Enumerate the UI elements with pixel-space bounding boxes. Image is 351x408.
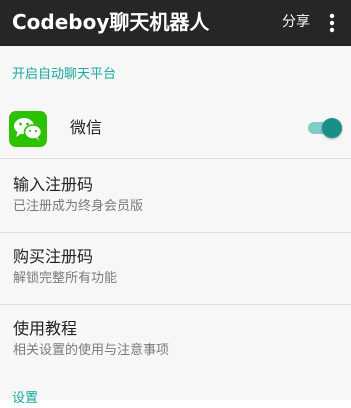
divider [0, 158, 351, 159]
enter-registration-code-item[interactable]: 输入注册码 已注册成为终身会员版 [0, 162, 351, 226]
item-title: 输入注册码 [13, 175, 94, 194]
wechat-icon-glyph [9, 111, 47, 147]
divider [0, 232, 351, 233]
item-summary: 已注册成为终身会员版 [13, 199, 144, 214]
section-header-settings: 设置 [12, 391, 39, 406]
section-header-auto-chat: 开启自动聊天平台 [12, 67, 117, 82]
wechat-icon [9, 111, 47, 147]
wechat-platform-row[interactable]: 微信 [0, 98, 351, 152]
item-title: 使用教程 [13, 319, 78, 338]
more-vert-icon-glyph [329, 13, 335, 33]
buy-registration-code-item[interactable]: 购买注册码 解锁完整所有功能 [0, 234, 351, 298]
item-title: 购买注册码 [13, 247, 94, 266]
more-vert-icon[interactable] [326, 12, 338, 34]
wechat-toggle[interactable] [306, 118, 342, 138]
app-bar: Codeboy聊天机器人 分享 [0, 0, 351, 46]
app-title: Codeboy聊天机器人 [12, 10, 210, 34]
wechat-label: 微信 [70, 118, 103, 137]
toggle-thumb [322, 118, 342, 138]
preferences-list: 开启自动聊天平台 微信 输入注册码 已注册成为终身会员版 购买注册码 解锁完整所… [0, 46, 351, 406]
tutorial-item[interactable]: 使用教程 相关设置的使用与注意事项 [0, 306, 351, 370]
divider [0, 304, 351, 305]
item-summary: 相关设置的使用与注意事项 [13, 343, 170, 358]
item-summary: 解锁完整所有功能 [13, 271, 118, 286]
share-button[interactable]: 分享 [282, 12, 310, 32]
